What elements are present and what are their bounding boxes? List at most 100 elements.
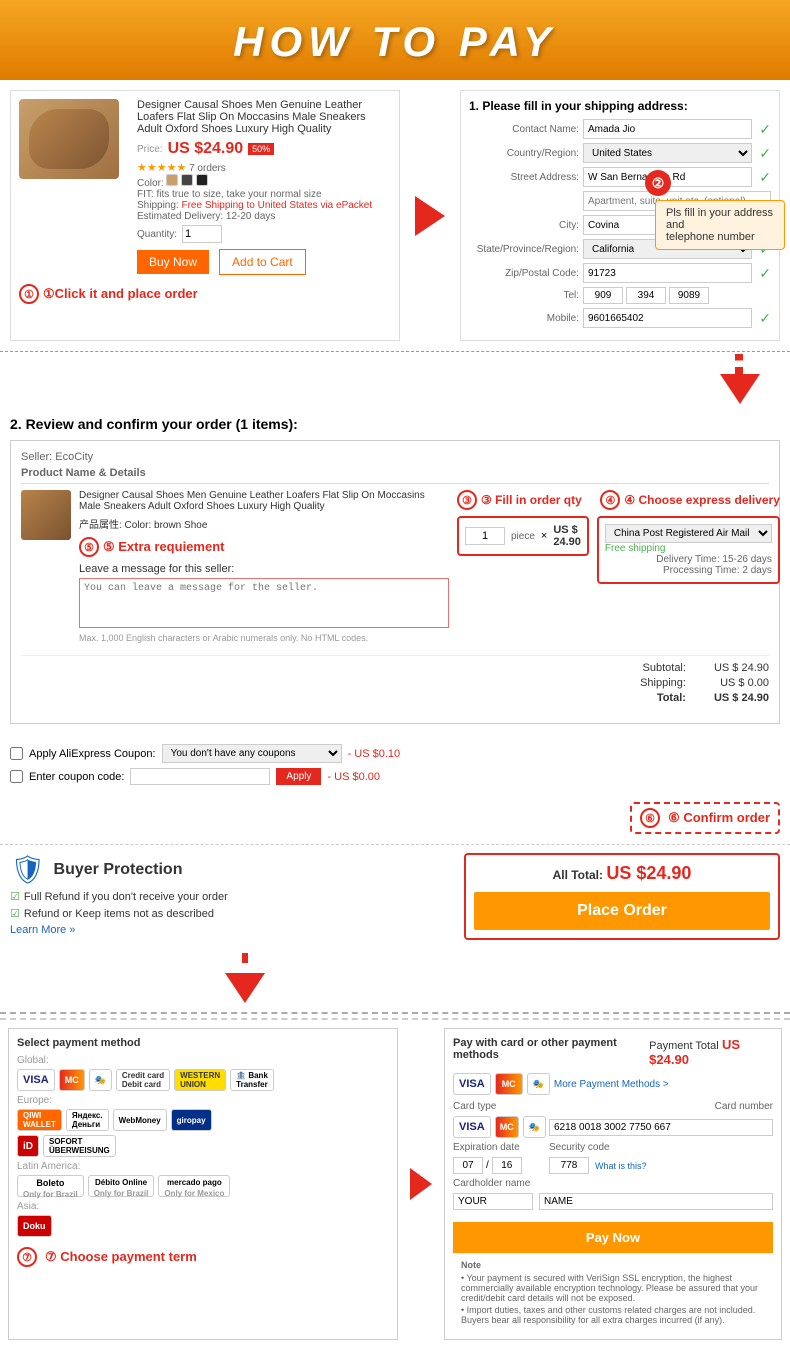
tel-input-1[interactable] [583, 287, 623, 304]
mobile-input[interactable] [583, 308, 752, 328]
shipping-row: Shipping: Free Shipping to United States… [137, 200, 391, 211]
product-col: Designer Causal Shoes Men Genuine Leathe… [21, 490, 449, 649]
apply-coupon-label: Apply AliExpress Coupon: [29, 748, 156, 760]
note-section: Note • Your payment is secured with Veri… [453, 1253, 773, 1331]
tel-inputs [583, 287, 709, 304]
step3-header: ③ ③ Fill in order qty ④ ④ Choose express… [457, 490, 780, 510]
add-to-cart-button[interactable]: Add to Cart [219, 249, 306, 275]
exp-month-input[interactable] [453, 1157, 483, 1174]
country-select[interactable]: United States [583, 143, 752, 163]
step1-label: ① ①Click it and place order [19, 284, 391, 304]
message-textarea[interactable] [79, 578, 449, 628]
note-text-1: • Your payment is secured with VeriSign … [461, 1273, 765, 1303]
bp-point-1: ☑ Full Refund if you don't receive your … [10, 890, 454, 903]
doku-logo[interactable]: Doku [17, 1215, 52, 1237]
id-logo[interactable]: iD [17, 1135, 39, 1157]
delivery-time: Delivery Time: 15-26 days [605, 554, 772, 565]
shipping-method-select[interactable]: China Post Registered Air Mail [605, 524, 772, 543]
exp-year-input[interactable] [492, 1157, 522, 1174]
cardholder-inputs-row [453, 1193, 773, 1210]
place-order-button[interactable]: Place Order [474, 892, 770, 930]
product-image [19, 99, 119, 179]
order-total-box: All Total: US $24.90 Place Order [464, 853, 780, 940]
coupon-area: Apply AliExpress Coupon: You don't have … [0, 736, 790, 798]
card-type-logos: VISA MC 🎭 [453, 1116, 543, 1138]
note-text: Pls fill in your address and telephone n… [666, 207, 773, 243]
apply-coupon-checkbox[interactable] [10, 747, 23, 760]
tel-input-3[interactable] [669, 287, 709, 304]
contact-name-input[interactable] [583, 119, 752, 139]
note-box: Pls fill in your address and telephone n… [655, 200, 785, 250]
type-mc[interactable]: MC [495, 1116, 519, 1138]
sofort-logo[interactable]: SOFORTÜBERWEISUNG [43, 1135, 116, 1157]
asia-methods: Doku [17, 1215, 389, 1237]
card-type-row: Card type Card number [453, 1101, 773, 1112]
apply-coupon-button[interactable]: Apply [276, 768, 321, 785]
cardholder-last-input[interactable] [539, 1193, 773, 1210]
what-is-this-link[interactable]: What is this? [595, 1161, 647, 1171]
section-divider [0, 1012, 790, 1014]
giropay-logo[interactable]: giropay [171, 1109, 212, 1131]
arrow-container [225, 953, 265, 1003]
tel-input-2[interactable] [626, 287, 666, 304]
maestro-logo[interactable]: 🎭 [89, 1069, 112, 1091]
arrow-stripe [242, 953, 248, 973]
arrow-right-payment [406, 1028, 436, 1340]
payment-left: Select payment method Global: VISA MC 🎭 … [8, 1028, 398, 1340]
order-qty-input[interactable] [465, 527, 505, 545]
product-card: Designer Causal Shoes Men Genuine Leathe… [10, 90, 400, 341]
coupon-code-input[interactable] [130, 768, 270, 785]
exp-inputs-row: / What is this? [453, 1157, 773, 1174]
more-payment-link[interactable]: More Payment Methods > [554, 1079, 669, 1090]
price-label: Price: [137, 144, 163, 155]
stars: ★★★★★ [137, 162, 186, 174]
unit-label: piece [511, 531, 535, 542]
order-box: Seller: EcoCity Product Name & Details D… [10, 440, 780, 724]
item-thumbnail [21, 490, 71, 540]
buy-now-button[interactable]: Buy Now [137, 250, 209, 274]
step5-area: ⑤ ⑤ Extra requiement [79, 537, 449, 557]
payment-left-title: Select payment method [17, 1037, 389, 1049]
shipping-time: Estimated Delivery: 12-20 days [137, 211, 391, 222]
bp-point-2: ☑ Refund or Keep items not as described [10, 907, 454, 920]
visa-logo[interactable]: VISA [17, 1069, 55, 1091]
contact-name-row: Contact Name: ✓ [469, 119, 771, 139]
small-info: ★★★★★ 7 orders [137, 161, 391, 174]
mercado-logo[interactable]: mercado pago Only for Mexico [158, 1175, 230, 1197]
boleto-logo[interactable]: Boleto Only for Brazil [17, 1175, 84, 1197]
payment-right-header: Pay with card or other payment methods P… [453, 1037, 773, 1067]
security-code-input[interactable] [549, 1157, 589, 1174]
debito-logo[interactable]: Débito Online Only for Brazil [88, 1175, 155, 1197]
card-logos-top: VISA MC 🎭 More Payment Methods > [453, 1073, 773, 1095]
coupon-select[interactable]: You don't have any coupons [162, 744, 342, 763]
bank-transfer-logo[interactable]: 🏦 BankTransfer [230, 1069, 274, 1091]
learn-more-link[interactable]: Learn More » [10, 924, 454, 936]
wu-logo[interactable]: WESTERNUNION [174, 1069, 226, 1091]
webmoney-logo[interactable]: WebMoney [113, 1109, 167, 1131]
check-icon-1: ☑ [10, 890, 20, 903]
payment-right: Pay with card or other payment methods P… [444, 1028, 782, 1340]
yandex-logo[interactable]: Яндекс.Деньги [66, 1109, 109, 1131]
enter-code-checkbox[interactable] [10, 770, 23, 783]
card-number-input[interactable] [549, 1119, 773, 1136]
check-icon-2: ☑ [10, 907, 20, 920]
zip-input[interactable] [583, 263, 752, 283]
pay-now-button[interactable]: Pay Now [453, 1222, 773, 1253]
cardholder-first-input[interactable] [453, 1193, 533, 1210]
reviews: 7 orders [189, 163, 226, 174]
qiwi-logo[interactable]: QIWIWALLET [17, 1109, 62, 1131]
subtotal-row: Subtotal: US $ 24.90 [21, 662, 769, 674]
step3-box: piece × US $ 24.90 [457, 516, 589, 556]
arrow-down-1 [0, 354, 790, 404]
quantity-input[interactable] [182, 225, 222, 243]
payment-total-area: Payment Total US $24.90 [649, 1037, 773, 1067]
bp-header: 🛡 Buyer Protection [10, 853, 454, 886]
mc-logo[interactable]: MC [59, 1069, 85, 1091]
col-headers: Product Name & Details [21, 467, 769, 484]
cc-logo[interactable]: Credit cardDebit card [116, 1069, 170, 1091]
bp-title: Buyer Protection [54, 861, 183, 879]
note-area: ② Pls fill in your address and telephone… [645, 170, 785, 250]
col-product-header: Product Name & Details [21, 467, 769, 479]
type-maestro[interactable]: 🎭 [523, 1116, 546, 1138]
type-visa[interactable]: VISA [453, 1116, 491, 1138]
